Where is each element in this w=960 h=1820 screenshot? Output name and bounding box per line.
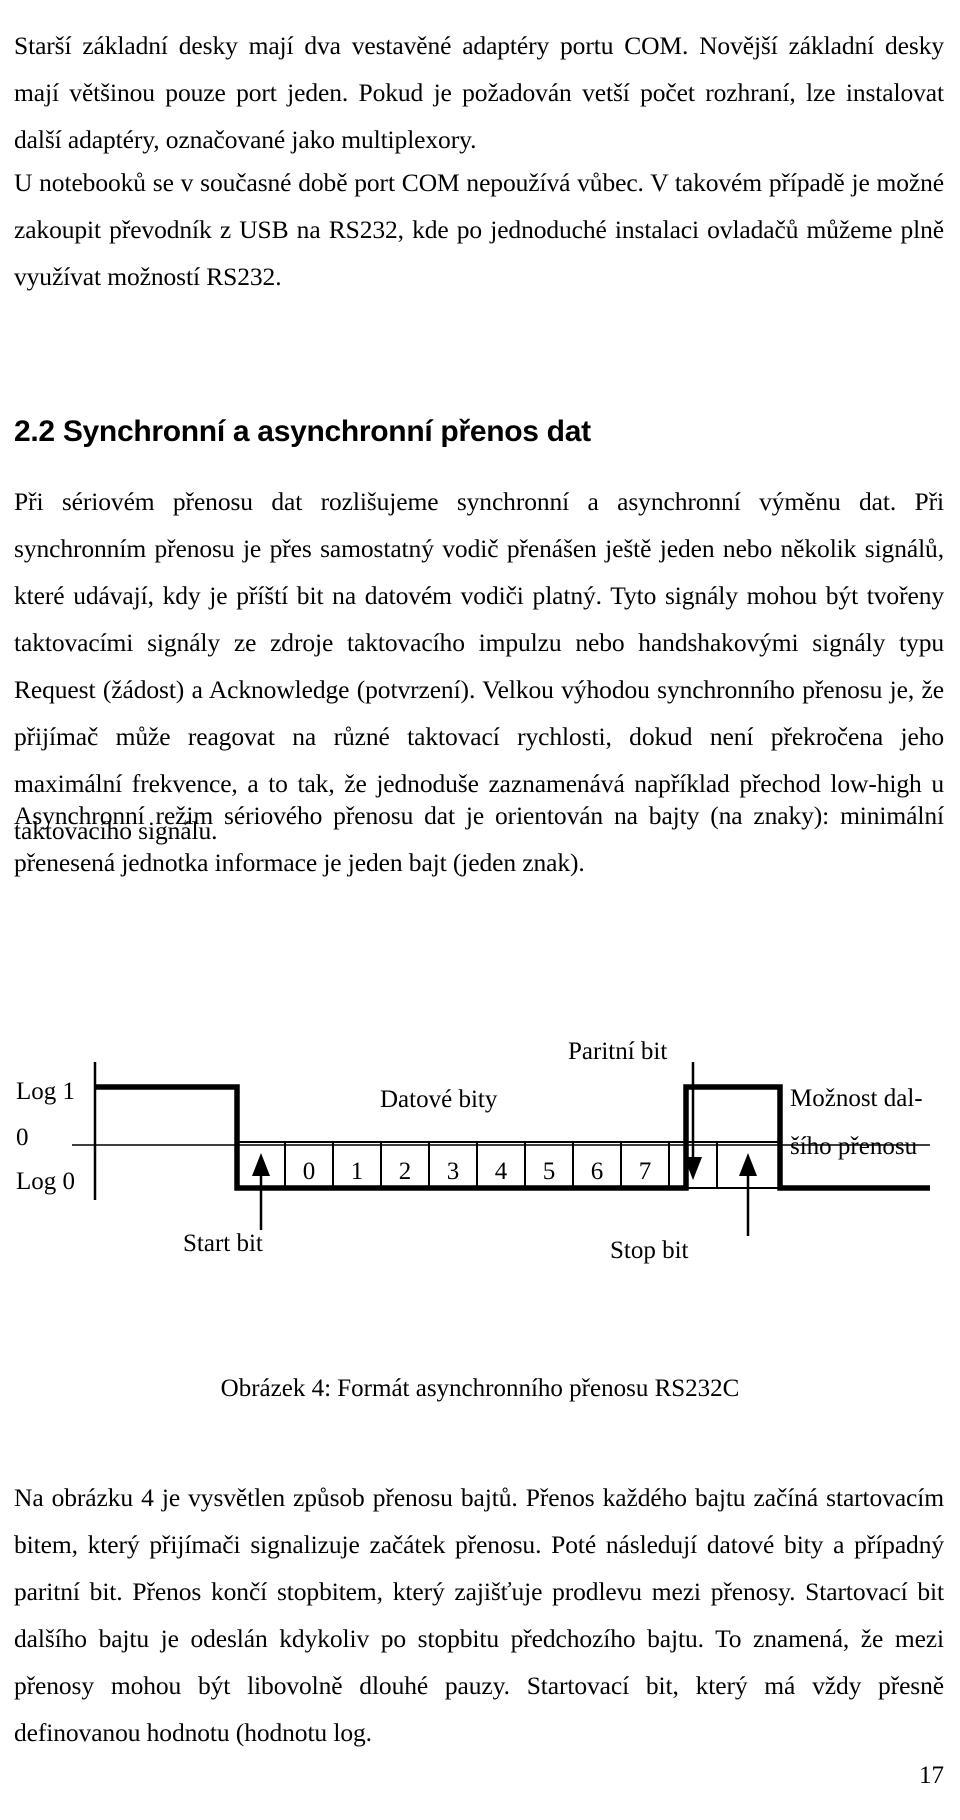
paragraph-asynchronous-mode: Asynchronní režim sériového přenosu dat … xyxy=(14,800,944,877)
bit-numeral-5: 5 xyxy=(543,1158,556,1185)
annotation-next-transfer-line2: šího přenosu xyxy=(790,1133,918,1160)
annotation-parity-bit: Paritní bit xyxy=(568,1038,668,1065)
section-heading-2-2: 2.2 Synchronní a asynchronní přenos dat xyxy=(14,414,591,448)
bit-numeral-1: 1 xyxy=(351,1158,364,1185)
bit-numeral-7: 7 xyxy=(639,1158,652,1185)
axis-label-log1: Log 1 xyxy=(16,1078,76,1105)
annotation-stop-bit: Stop bit xyxy=(610,1237,689,1264)
annotation-start-bit: Start bit xyxy=(183,1230,263,1257)
axis-label-log0: Log 0 xyxy=(16,1168,76,1195)
stop-bit-pointer xyxy=(739,1153,757,1236)
paragraph-notebooks-usb: U notebooků se v současné době port COM … xyxy=(14,167,944,291)
start-bit-pointer xyxy=(252,1153,270,1230)
bit-numeral-0: 0 xyxy=(303,1158,316,1185)
paragraph-intro-com-ports: Starší základní desky mají dva vestavěné… xyxy=(14,30,944,154)
axis-label-zero: 0 xyxy=(16,1124,29,1151)
figure-rs232-timing-diagram: 0 1 2 3 4 5 6 7 Log 1 0 Log 0 Datové bit… xyxy=(0,990,960,1264)
annotation-data-bits: Datové bity xyxy=(380,1086,498,1113)
bit-numeral-4: 4 xyxy=(495,1158,508,1185)
document-page: Starší základní desky mají dva vestavěné… xyxy=(0,0,960,1820)
bit-numeral-3: 3 xyxy=(447,1158,460,1185)
figure-caption: Obrázek 4: Formát asynchronního přenosu … xyxy=(220,1375,740,1402)
timing-diagram-svg: 0 1 2 3 4 5 6 7 xyxy=(72,1062,930,1236)
annotation-next-transfer-line1: Možnost dal- xyxy=(790,1085,923,1112)
paragraph-byte-transfer-explanation: Na obrázku 4 je vysvětlen způsob přenosu… xyxy=(14,1482,944,1747)
page-number: 17 xyxy=(919,1762,944,1789)
bit-numeral-2: 2 xyxy=(399,1158,412,1185)
bit-numeral-6: 6 xyxy=(591,1158,604,1185)
